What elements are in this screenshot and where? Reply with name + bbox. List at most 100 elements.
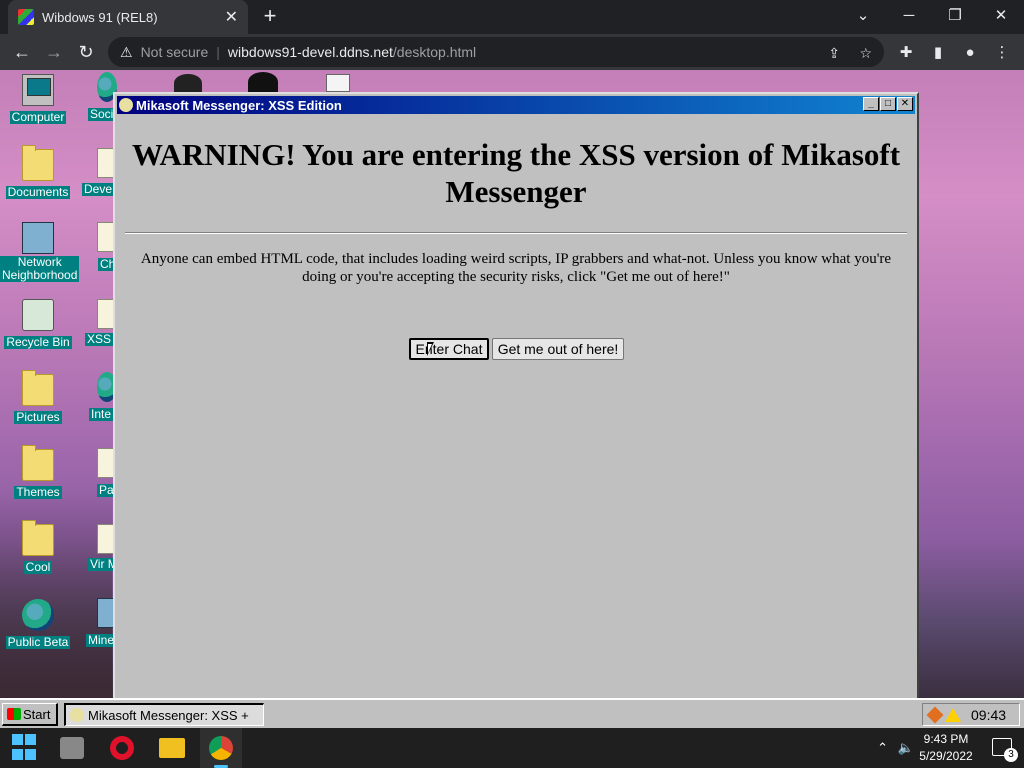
w91-taskbar: Start Mikasoft Messenger: XSS + 09:43 xyxy=(0,698,1024,728)
warning-body: Anyone can embed HTML code, that include… xyxy=(140,251,892,285)
desktop-icon-label[interactable]: Deve Ins xyxy=(82,183,113,196)
tab-title: Wibdows 91 (REL8) xyxy=(42,9,158,25)
desktop-icon-label[interactable]: Vir Mach xyxy=(88,558,113,571)
reload-icon[interactable]: ↻ xyxy=(72,38,100,66)
themes-folder-icon xyxy=(22,445,54,481)
opera-icon[interactable] xyxy=(110,736,134,760)
chrome-icon[interactable] xyxy=(209,736,233,760)
recycle-bin-icon xyxy=(22,299,54,331)
restore-icon[interactable]: ❐ xyxy=(932,0,978,30)
share-icon[interactable]: ⇪ xyxy=(828,45,840,62)
os-taskbar: ⌃ 🔈 9:43 PM 5/29/2022 3 xyxy=(0,728,1024,768)
minimize-icon[interactable]: _ xyxy=(863,97,879,111)
desktop-icon-label: Documents xyxy=(5,185,71,199)
desktop-icon-label[interactable]: Mine xyxy=(86,634,113,647)
os-time: 9:43 PM xyxy=(923,732,969,746)
desktop-icon-cool[interactable]: Cool xyxy=(0,520,76,576)
new-tab-button[interactable]: + xyxy=(258,5,282,29)
back-icon[interactable]: ← xyxy=(8,38,36,66)
maximize-icon[interactable]: □ xyxy=(880,97,896,111)
cat-icon[interactable] xyxy=(174,74,202,92)
document-icon[interactable] xyxy=(326,74,350,92)
desktop-icon-computer[interactable]: Computer xyxy=(0,74,76,126)
desktop-icon-label: Network Neighborhood xyxy=(0,255,80,282)
enter-chat-button[interactable]: Enter Chat xyxy=(409,338,489,360)
desktop-icon-themes[interactable]: Themes xyxy=(0,445,76,501)
desktop-icon-pictures[interactable]: Pictures xyxy=(0,370,76,426)
divider xyxy=(125,232,907,234)
extensions-icon[interactable]: ✚ xyxy=(895,41,917,63)
tray-clock: 09:43 xyxy=(971,706,1007,723)
tab-close-icon[interactable]: ✕ xyxy=(225,7,238,27)
profile-icon[interactable]: ● xyxy=(959,41,981,63)
taskbar-window-button[interactable]: Mikasoft Messenger: XSS + xyxy=(64,703,264,726)
desktop-icon-public-beta[interactable]: Public Beta xyxy=(0,599,76,651)
warning-icon[interactable]: ⚠ xyxy=(120,44,133,61)
forward-icon[interactable]: → xyxy=(40,38,68,66)
window-titlebar[interactable]: Mikasoft Messenger: XSS Edition _ □ ✕ xyxy=(117,96,915,114)
taskbar-window-label: Mikasoft Messenger: XSS + xyxy=(88,707,249,723)
system-tray: 09:43 xyxy=(922,703,1020,726)
desktop-icon-label[interactable]: Pa xyxy=(97,484,113,497)
desktop-icon-label[interactable]: Ch xyxy=(98,258,113,271)
browser-tab[interactable]: Wibdows 91 (REL8) ✕ xyxy=(8,0,248,34)
url-host: wibdows91-devel.ddns.net xyxy=(227,44,393,60)
os-date: 5/29/2022 xyxy=(919,749,973,763)
url-path: /desktop.html xyxy=(392,44,477,60)
warning-heading: WARNING! You are entering the XSS versio… xyxy=(131,137,901,209)
desktop-icon-label: Computer xyxy=(9,110,67,124)
desktop-icon-documents[interactable]: Documents xyxy=(0,145,76,201)
network-icon xyxy=(22,222,54,254)
desktop-icon-label: Recycle Bin xyxy=(4,335,72,349)
messenger-window: Mikasoft Messenger: XSS Edition _ □ ✕ WA… xyxy=(113,92,919,698)
desktop-icon-label: Public Beta xyxy=(5,635,71,649)
desktop-icon-recycle-bin[interactable]: Recycle Bin xyxy=(0,299,76,351)
desktop-icon-label: Cool xyxy=(23,560,53,574)
tray-warning-icon[interactable] xyxy=(945,707,961,722)
os-clock[interactable]: 9:43 PM 5/29/2022 xyxy=(916,731,976,765)
start-label: Start xyxy=(23,706,51,722)
window-title: Mikasoft Messenger: XSS Edition xyxy=(136,97,342,113)
bookmark-star-icon[interactable]: ☆ xyxy=(859,45,872,62)
desktop-icon-label: Pictures xyxy=(14,410,62,424)
documents-folder-icon xyxy=(22,145,54,181)
desktop-icon-label: Themes xyxy=(14,485,62,499)
window-controls: _ □ ✕ xyxy=(862,97,913,111)
pictures-folder-icon xyxy=(22,370,54,406)
cool-folder-icon xyxy=(22,520,54,556)
messenger-icon xyxy=(70,708,84,722)
task-view-icon[interactable] xyxy=(60,737,84,759)
browser-toolbar: ← → ↻ ⚠ Not secure | wibdows91-devel.ddn… xyxy=(0,34,1024,70)
computer-icon xyxy=(22,74,54,106)
address-bar[interactable]: ⚠ Not secure | wibdows91-devel.ddns.net … xyxy=(108,37,884,67)
close-icon[interactable]: ✕ xyxy=(897,97,913,111)
minimize-icon[interactable]: ─ xyxy=(886,0,932,30)
desktop: Computer Documents Network Neighborhood … xyxy=(0,70,1024,698)
public-beta-globe-icon xyxy=(22,599,54,631)
menu-icon[interactable]: ⋮ xyxy=(991,41,1013,63)
url-separator: | xyxy=(216,44,220,60)
show-hidden-icons-icon[interactable]: ⌃ xyxy=(877,740,888,756)
windows-logo-icon xyxy=(7,708,21,720)
exit-button[interactable]: Get me out of here! xyxy=(492,338,624,360)
desktop-icon-network[interactable]: Network Neighborhood xyxy=(0,222,80,284)
tray-pen-icon[interactable] xyxy=(926,706,944,723)
desktop-icon-label[interactable]: Inte Explo xyxy=(89,408,113,421)
side-panel-icon[interactable]: ▮ xyxy=(927,41,949,63)
site-favicon-icon xyxy=(18,9,34,25)
messenger-icon xyxy=(119,98,133,112)
windows-start-icon[interactable] xyxy=(12,734,40,762)
browser-tab-strip: Wibdows 91 (REL8) ✕ + ⌄ ─ ❐ ✕ xyxy=(0,0,1024,34)
start-button[interactable]: Start xyxy=(2,703,58,726)
not-secure-label[interactable]: Not secure xyxy=(141,44,209,60)
github-icon[interactable] xyxy=(248,72,278,92)
wallpaper-shade xyxy=(0,490,112,698)
mouse-cursor-icon xyxy=(427,342,434,356)
desktop-icon-label[interactable]: Soci xyxy=(88,108,113,121)
tab-search-icon[interactable]: ⌄ xyxy=(840,0,886,30)
volume-icon[interactable]: 🔈 xyxy=(898,740,914,756)
file-explorer-icon[interactable] xyxy=(159,738,185,758)
desktop-icon-label[interactable]: XSS xyxy=(85,333,113,346)
notification-badge: 3 xyxy=(1004,748,1018,762)
close-window-icon[interactable]: ✕ xyxy=(978,0,1024,30)
